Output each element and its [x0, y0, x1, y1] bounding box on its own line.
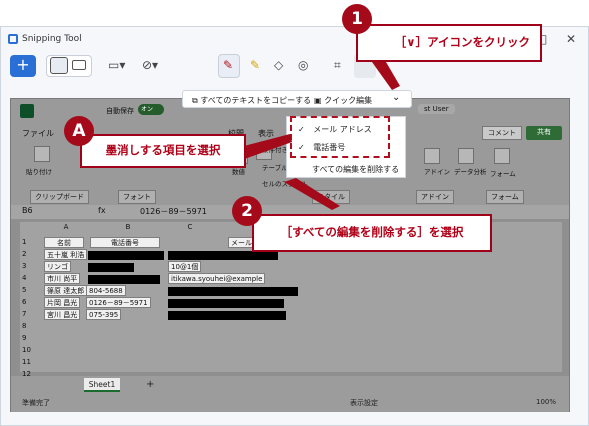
step-2-text: ［すべての編集を削除する］を選択	[280, 225, 464, 239]
step-a-badge: A	[64, 116, 94, 146]
arrow-1	[372, 62, 400, 90]
arrow-2	[284, 178, 340, 210]
step-a-text: 墨消しする項目を選択	[105, 143, 221, 157]
step-1-text: ［∨］アイコンをクリック	[394, 35, 530, 49]
step-a-callout: 墨消しする項目を選択	[80, 134, 246, 168]
step-1-badge: 1	[342, 4, 372, 34]
step-2-badge: 2	[232, 196, 262, 226]
callout-arrows	[236, 62, 400, 210]
step-1-callout: ［∨］アイコンをクリック	[356, 24, 542, 62]
step-2-callout: ［すべての編集を削除する］を選択	[252, 214, 492, 252]
